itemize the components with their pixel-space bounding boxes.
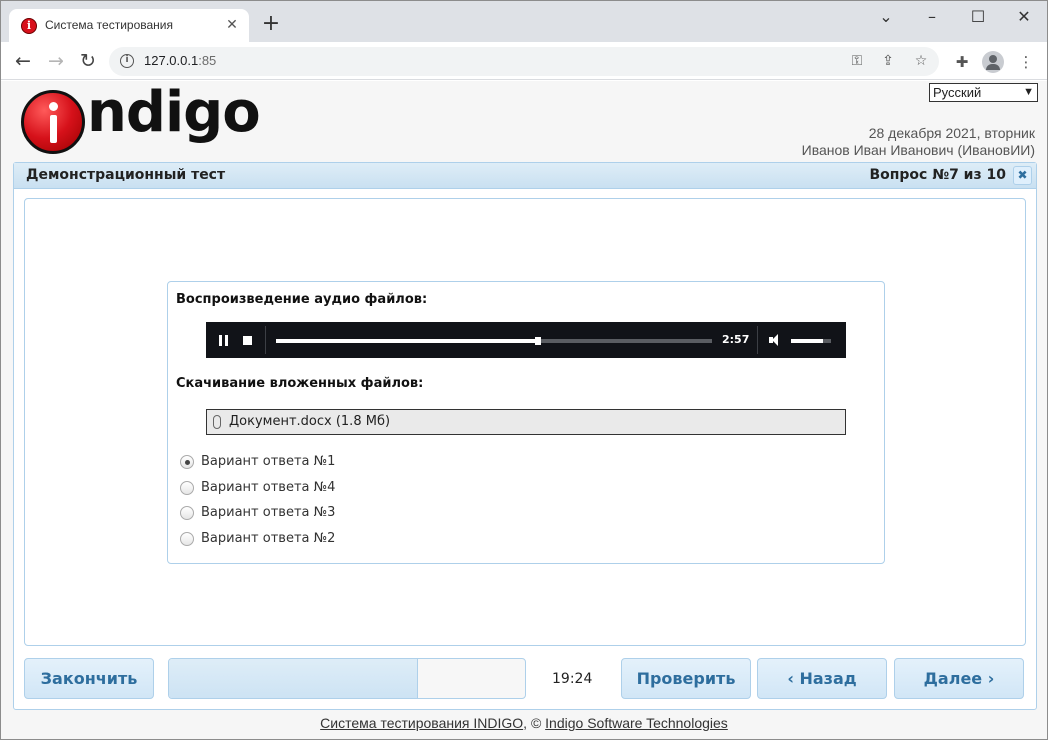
audio-seek-thumb[interactable] (534, 337, 541, 345)
logo-i-icon (21, 90, 85, 154)
volume-slider[interactable] (791, 339, 831, 343)
next-button[interactable]: Далее › (894, 658, 1024, 699)
finish-button[interactable]: Закончить (24, 658, 154, 699)
url-text: 127.0.0.1:85 (144, 53, 216, 68)
test-progress-fill (169, 659, 419, 698)
answer-radio[interactable] (180, 506, 194, 520)
footer-separator: , © (523, 715, 546, 731)
current-date: 28 декабря 2021, вторник (868, 125, 1035, 141)
forward-arrow-icon[interactable]: → (44, 49, 68, 73)
browser-toolbar: ← → ↻ i 127.0.0.1:85 ⚿ ⇪ ☆ ✚ ⋮ (1, 42, 1047, 80)
test-panel: Демонстрационный тест Вопрос №7 из 10 ✖ … (13, 162, 1037, 710)
audio-player: 2:57 (206, 322, 846, 358)
answer-label[interactable]: Вариант ответа №2 (201, 531, 335, 546)
audio-label: Воспроизведение аудио файлов: (176, 292, 428, 307)
answer-radio[interactable] (180, 532, 194, 546)
tab-title: Система тестирования (45, 18, 173, 32)
question-number: Вопрос №7 из 10 (869, 167, 1006, 183)
new-tab-icon[interactable]: + (259, 13, 283, 37)
extensions-puzzle-icon[interactable]: ✚ (951, 51, 973, 73)
minimize-button[interactable]: – (909, 1, 955, 33)
maximize-button[interactable]: ☐ (955, 1, 1001, 33)
check-button[interactable]: Проверить (621, 658, 751, 699)
tab-search-chevron-icon[interactable]: ⌄ (863, 1, 909, 33)
question-area: Воспроизведение аудио файлов: 2:57 Скачи… (24, 198, 1026, 646)
menu-kebab-icon[interactable]: ⋮ (1015, 51, 1037, 73)
address-bar[interactable]: i 127.0.0.1:85 ⚿ ⇪ ☆ (109, 47, 939, 76)
back-arrow-icon[interactable]: ← (11, 49, 35, 73)
url-port: :85 (198, 53, 217, 68)
attachment-link[interactable]: Документ.docx (1.8 Мб) (206, 409, 846, 435)
key-icon[interactable]: ⚿ (847, 51, 867, 71)
indigo-favicon-icon: i (21, 18, 37, 34)
answer-label[interactable]: Вариант ответа №1 (201, 454, 335, 469)
audio-time: 2:57 (722, 333, 750, 346)
share-icon[interactable]: ⇪ (878, 51, 898, 71)
page: ndigo Русский ▼ 28 декабря 2021, вторник… (1, 80, 1047, 739)
answer-radio[interactable] (180, 455, 194, 469)
stop-icon[interactable] (243, 336, 252, 345)
answer-radio[interactable] (180, 481, 194, 495)
attachment-name: Документ.docx (1.8 Мб) (229, 414, 391, 429)
browser-tab[interactable]: i Система тестирования ✕ (9, 9, 249, 42)
audio-progress-fill (276, 339, 538, 343)
test-title: Демонстрационный тест (26, 167, 226, 183)
answer-label[interactable]: Вариант ответа №4 (201, 480, 335, 495)
player-divider (757, 326, 758, 354)
tab-strip: i Система тестирования ✕ + ⌄ – ☐ ✕ (1, 1, 1047, 42)
timer: 19:24 (552, 671, 593, 687)
back-button[interactable]: ‹ Назад (757, 658, 887, 699)
close-icon[interactable]: ✖ (1013, 166, 1032, 185)
chevron-down-icon: ▼ (1023, 86, 1034, 98)
language-value: Русский (933, 85, 982, 100)
audio-seek-bar[interactable] (276, 337, 712, 345)
profile-avatar-icon[interactable] (982, 51, 1004, 73)
system-link[interactable]: Система тестирования INDIGO (320, 715, 523, 731)
test-progress-bar (168, 658, 526, 699)
reload-icon[interactable]: ↻ (76, 49, 100, 73)
answer-label[interactable]: Вариант ответа №3 (201, 505, 335, 520)
paperclip-icon (213, 415, 221, 429)
volume-icon[interactable] (769, 333, 783, 347)
files-label: Скачивание вложенных файлов: (176, 376, 424, 391)
company-link[interactable]: Indigo Software Technologies (545, 715, 728, 731)
volume-fill (791, 339, 823, 343)
close-window-button[interactable]: ✕ (1001, 1, 1047, 33)
site-info-icon[interactable]: i (120, 54, 134, 68)
current-user: Иванов Иван Иванович (ИвановИИ) (801, 142, 1035, 158)
logo-text: ndigo (87, 80, 261, 145)
browser-window: i Система тестирования ✕ + ⌄ – ☐ ✕ ← → ↻… (0, 0, 1048, 740)
panel-header: Демонстрационный тест Вопрос №7 из 10 ✖ (14, 163, 1036, 189)
pause-icon[interactable] (219, 335, 229, 346)
language-select[interactable]: Русский ▼ (929, 83, 1038, 102)
bookmark-star-icon[interactable]: ☆ (911, 51, 931, 71)
url-host: 127.0.0.1 (144, 53, 199, 68)
footer: Система тестирования INDIGO, © Indigo So… (1, 715, 1047, 731)
close-tab-icon[interactable]: ✕ (223, 16, 241, 34)
player-divider (265, 326, 266, 354)
question-box: Воспроизведение аудио файлов: 2:57 Скачи… (167, 281, 885, 564)
